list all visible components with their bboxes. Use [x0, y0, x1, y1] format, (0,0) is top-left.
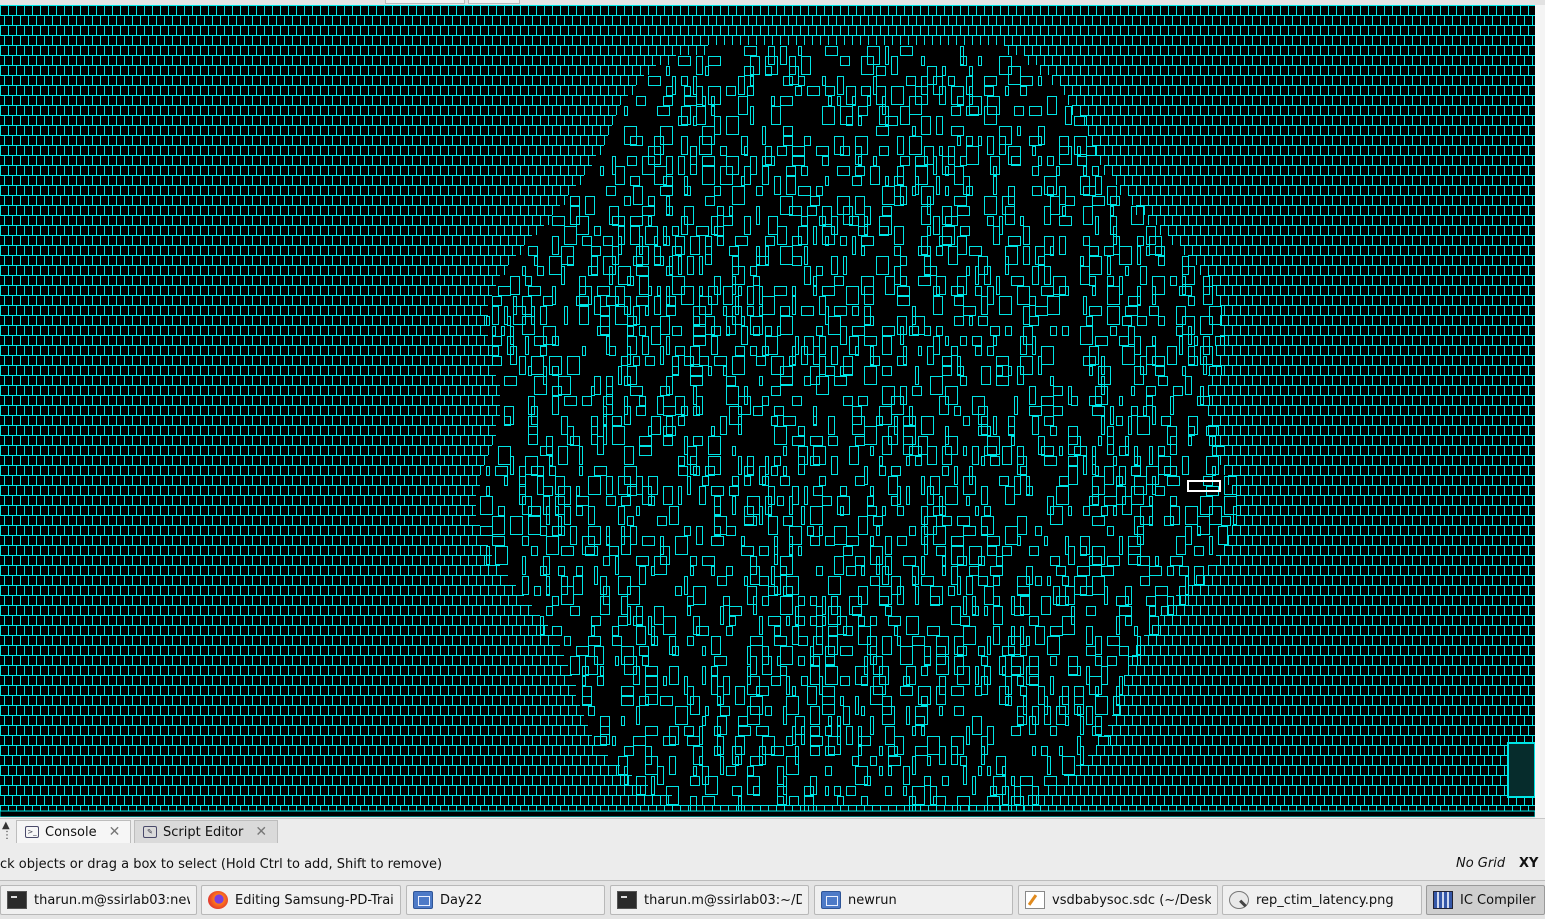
tab-script-editor-label: Script Editor — [163, 824, 244, 840]
taskbar-item-terminal-desktop[interactable]: tharun.m@ssirlab03:~/De... — [610, 885, 809, 915]
taskbar-item-label: rep_ctim_latency.png — [1256, 892, 1394, 908]
console-icon: >_ — [25, 826, 39, 838]
ic-compiler-icon — [1433, 891, 1453, 909]
taskbar-item-label: tharun.m@ssirlab03:newr... — [34, 892, 190, 908]
top-tab-stub[interactable] — [385, 0, 465, 4]
taskbar-item-label: IC Compiler II - — [1460, 892, 1538, 908]
bottom-panel-tabbar: ▲ ⋮ >_ Console ✕ ✎ Script Editor ✕ — [0, 818, 1545, 845]
layout-canvas[interactable] — [0, 5, 1535, 817]
status-message: ck objects or drag a box to select (Hold… — [0, 857, 443, 872]
coordinate-readout: XY — [1519, 856, 1539, 871]
taskbar-item-day22[interactable]: Day22 — [406, 885, 605, 915]
taskbar-item-firefox[interactable]: Editing Samsung-PD-Trai... — [201, 885, 401, 915]
taskbar-item-label: vsdbabysoc.sdc (~/Deskt... — [1052, 892, 1211, 908]
tab-script-editor[interactable]: ✎ Script Editor ✕ — [134, 820, 278, 843]
file-manager-icon — [821, 891, 841, 909]
close-icon[interactable]: ✕ — [109, 824, 121, 840]
tab-console[interactable]: >_ Console ✕ — [16, 820, 131, 843]
text-editor-icon — [1025, 891, 1045, 909]
taskbar-item-ic-compiler[interactable]: IC Compiler II - — [1426, 885, 1545, 915]
script-editor-icon: ✎ — [143, 826, 157, 838]
taskbar-item-image-viewer[interactable]: rep_ctim_latency.png — [1222, 885, 1422, 915]
close-icon[interactable]: ✕ — [255, 824, 267, 840]
terminal-icon — [7, 891, 27, 909]
firefox-icon — [208, 891, 228, 909]
top-tab-stub[interactable] — [468, 0, 520, 4]
taskbar-item-label: tharun.m@ssirlab03:~/De... — [644, 892, 802, 908]
taskbar-item-label: newrun — [848, 892, 897, 908]
io-block — [1507, 742, 1535, 798]
layout-view[interactable] — [0, 0, 1545, 818]
taskbar-item-label: Editing Samsung-PD-Trai... — [235, 892, 394, 908]
taskbar-item-label: Day22 — [440, 892, 483, 908]
file-manager-icon — [413, 891, 433, 909]
panel-collapse-arrow-icon[interactable]: ▲ ⋮ — [2, 821, 14, 843]
tab-console-label: Console — [45, 824, 97, 840]
taskbar-item-sdc-editor[interactable]: vsdbabysoc.sdc (~/Deskt... — [1018, 885, 1218, 915]
taskbar-item-newrun[interactable]: newrun — [814, 885, 1013, 915]
core-boundary-bottom — [0, 810, 1535, 817]
grid-status[interactable]: No Grid — [1456, 856, 1505, 871]
terminal-icon — [617, 891, 637, 909]
placed-cells — [476, 45, 1237, 815]
taskbar-item-terminal-newrun[interactable]: tharun.m@ssirlab03:newr... — [0, 885, 197, 915]
console-panel: ck objects or drag a box to select (Hold… — [0, 844, 1545, 880]
image-viewer-icon — [1229, 891, 1249, 909]
taskbar: tharun.m@ssirlab03:newr... Editing Samsu… — [0, 880, 1545, 919]
view-scrollbar-edge[interactable] — [1535, 5, 1545, 818]
